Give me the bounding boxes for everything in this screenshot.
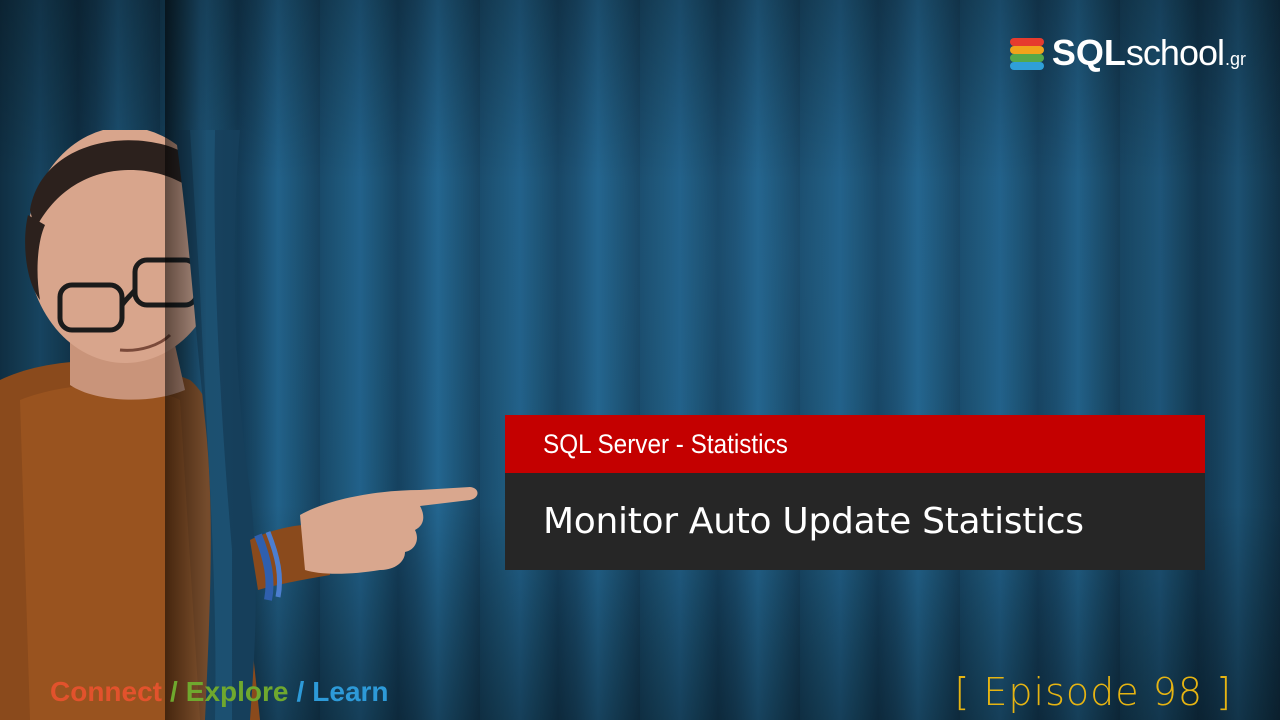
presenter-figure (0, 130, 478, 720)
banner-title-bar: Monitor Auto Update Statistics (505, 473, 1205, 570)
tagline-connect: Connect (50, 676, 162, 707)
title-banner: SQL Server - Statistics Monitor Auto Upd… (505, 415, 1205, 570)
presenter-hand (300, 487, 478, 574)
tagline-learn: Learn (312, 676, 389, 707)
episode-label: [ Episode 98 ] (954, 670, 1232, 714)
tagline: Connect / Explore / Learn (50, 676, 389, 708)
logo-school-text: school (1125, 32, 1225, 73)
logo-sql-text: SQL (1051, 32, 1126, 73)
banner-title: Monitor Auto Update Statistics (543, 501, 1084, 542)
sqlschool-logo: SQL school .gr (1008, 34, 1246, 72)
thumbnail-stage: SQL school .gr SQL Server - Statistics M… (0, 0, 1280, 720)
curtain-fold-shadow (165, 0, 235, 720)
logo-gr-text: .gr (1224, 49, 1246, 69)
tagline-separator: / (296, 676, 305, 707)
banner-subtitle-bar: SQL Server - Statistics (505, 415, 1205, 473)
tagline-separator: / (170, 676, 178, 707)
tagline-explore: Explore (185, 676, 289, 707)
logo-wordmark: SQL school .gr (1052, 35, 1246, 71)
banner-subtitle: SQL Server - Statistics (543, 428, 788, 459)
database-stack-icon (1009, 38, 1044, 70)
